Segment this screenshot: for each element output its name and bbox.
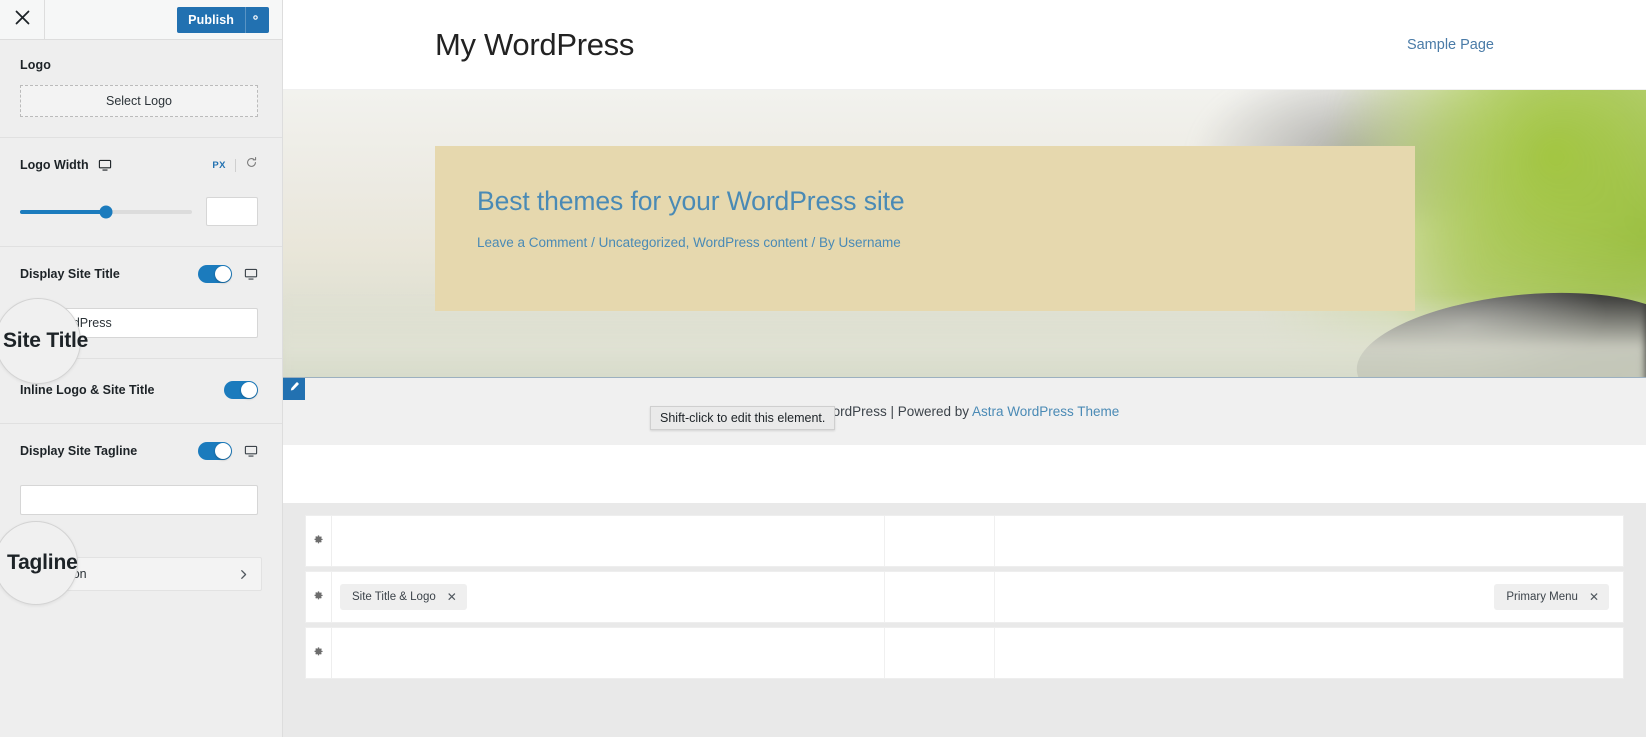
publish-settings-button[interactable]	[245, 6, 269, 33]
display-site-title-toggle[interactable]	[198, 265, 232, 283]
logo-width-input[interactable]	[206, 197, 258, 226]
desktop-icon[interactable]	[98, 158, 112, 172]
display-site-tagline-label: Display Site Tagline	[20, 444, 138, 458]
builder-row-primary: Site Title & Logo ✕ Primary Menu ✕	[305, 571, 1624, 623]
desktop-icon[interactable]	[244, 444, 258, 458]
logo-width-label-wrap: Logo Width	[20, 158, 112, 172]
post-meta-author[interactable]: By Username	[819, 235, 901, 250]
customizer-topbar: Publish	[0, 0, 282, 40]
magnifier-site-title-label: Site Title	[3, 329, 89, 352]
logo-width-label: Logo Width	[20, 158, 89, 172]
inline-logo-label: Inline Logo & Site Title	[20, 383, 155, 397]
logo-section: Logo Select Logo	[0, 40, 282, 138]
logo-section-title: Logo	[20, 58, 51, 72]
site-tagline-input[interactable]	[20, 485, 258, 515]
select-logo-button[interactable]: Select Logo	[20, 85, 258, 117]
toggle-knob	[241, 382, 257, 398]
slider-fill	[20, 209, 106, 214]
logo-width-unit-group: PX	[212, 156, 258, 174]
site-header: My WordPress Sample Page	[283, 0, 1646, 90]
magnifier-tagline: Tagline	[0, 521, 78, 605]
inline-logo-toggle[interactable]	[224, 381, 258, 399]
close-customizer-button[interactable]	[0, 0, 45, 40]
display-site-tagline-header: Display Site Tagline	[20, 442, 258, 460]
builder-zone-center[interactable]	[885, 628, 995, 678]
chevron-right-icon	[238, 569, 249, 580]
site-title[interactable]: My WordPress	[435, 27, 634, 63]
gear-icon	[313, 644, 324, 662]
desktop-icon[interactable]	[244, 267, 258, 281]
display-site-tagline-section: Display Site Tagline	[0, 424, 282, 535]
slider-handle[interactable]	[99, 205, 113, 218]
logo-width-header: Logo Width PX	[20, 156, 258, 174]
toggle-knob	[215, 266, 231, 282]
post-meta-comment[interactable]: Leave a Comment	[477, 235, 587, 250]
customizer-sidebar: Publish Logo Select Logo Logo Width PX D…	[0, 0, 283, 737]
builder-row-below	[305, 627, 1624, 679]
remove-item-icon[interactable]: ✕	[447, 591, 457, 603]
footer-theme-link[interactable]: Astra WordPress Theme	[972, 404, 1119, 419]
close-icon	[15, 10, 30, 30]
footer-text: y WordPress | Powered by Astra WordPress…	[810, 404, 1120, 419]
builder-item-label: Primary Menu	[1506, 591, 1578, 603]
builder-zone-left[interactable]: Site Title & Logo ✕	[332, 572, 885, 622]
reset-icon[interactable]	[245, 156, 258, 174]
post-title[interactable]: Best themes for your WordPress site	[477, 186, 1373, 218]
post-meta-sep-1: /	[587, 234, 599, 250]
builder-row-settings-button[interactable]	[306, 628, 332, 678]
logo-width-section: Logo Width PX	[0, 138, 282, 247]
hero-section: Best themes for your WordPress site Leav…	[283, 90, 1646, 445]
post-meta-sep-2: /	[807, 234, 819, 250]
builder-row-settings-button[interactable]	[306, 572, 332, 622]
builder-row-above	[305, 515, 1624, 567]
publish-button-group[interactable]: Publish	[177, 6, 269, 33]
display-site-title-controls	[198, 265, 258, 283]
edit-pencil-button[interactable]	[283, 378, 305, 400]
builder-item-primary-menu[interactable]: Primary Menu ✕	[1494, 584, 1609, 610]
builder-zone-right[interactable]	[995, 516, 1623, 566]
display-site-tagline-controls	[198, 442, 258, 460]
builder-item-label: Site Title & Logo	[352, 591, 436, 603]
unit-divider	[235, 158, 236, 172]
builder-zone-right[interactable]: Primary Menu ✕	[995, 572, 1623, 622]
post-card: Best themes for your WordPress site Leav…	[435, 146, 1415, 311]
post-meta-categories[interactable]: Uncategorized, WordPress content	[599, 235, 808, 250]
builder-zone-center[interactable]	[885, 516, 995, 566]
publish-button[interactable]: Publish	[177, 7, 245, 33]
nav-item-sample-page[interactable]: Sample Page	[1407, 37, 1494, 53]
logo-width-slider-row	[20, 197, 258, 226]
builder-zone-left[interactable]	[332, 628, 885, 678]
builder-zone-right[interactable]	[995, 628, 1623, 678]
logo-width-slider[interactable]	[20, 205, 192, 218]
display-site-title-header: Display Site Title	[20, 265, 258, 283]
unit-px-button[interactable]: PX	[212, 160, 226, 171]
header-builder-panel: Site Title & Logo ✕ Primary Menu ✕	[283, 503, 1646, 737]
gear-icon	[313, 532, 324, 550]
display-site-title-label: Display Site Title	[20, 267, 120, 281]
toggle-knob	[215, 443, 231, 459]
customizer-app: Publish Logo Select Logo Logo Width PX D…	[0, 0, 1646, 737]
site-preview[interactable]: My WordPress Sample Page Best themes for…	[283, 0, 1646, 503]
inline-logo-header: Inline Logo & Site Title	[20, 381, 258, 399]
remove-item-icon[interactable]: ✕	[1589, 591, 1599, 603]
post-meta: Leave a Comment / Uncategorized, WordPre…	[477, 234, 1373, 253]
builder-row-settings-button[interactable]	[306, 516, 332, 566]
site-footer[interactable]: y WordPress | Powered by Astra WordPress…	[283, 377, 1646, 445]
builder-zone-center[interactable]	[885, 572, 995, 622]
gear-icon	[249, 11, 262, 29]
pencil-icon	[288, 380, 300, 398]
builder-zone-left[interactable]	[332, 516, 885, 566]
builder-item-site-title-logo[interactable]: Site Title & Logo ✕	[340, 584, 467, 610]
magnifier-tagline-label: Tagline	[7, 551, 78, 574]
gear-icon	[313, 588, 324, 606]
display-site-tagline-toggle[interactable]	[198, 442, 232, 460]
shift-click-tooltip: Shift-click to edit this element.	[650, 406, 836, 430]
